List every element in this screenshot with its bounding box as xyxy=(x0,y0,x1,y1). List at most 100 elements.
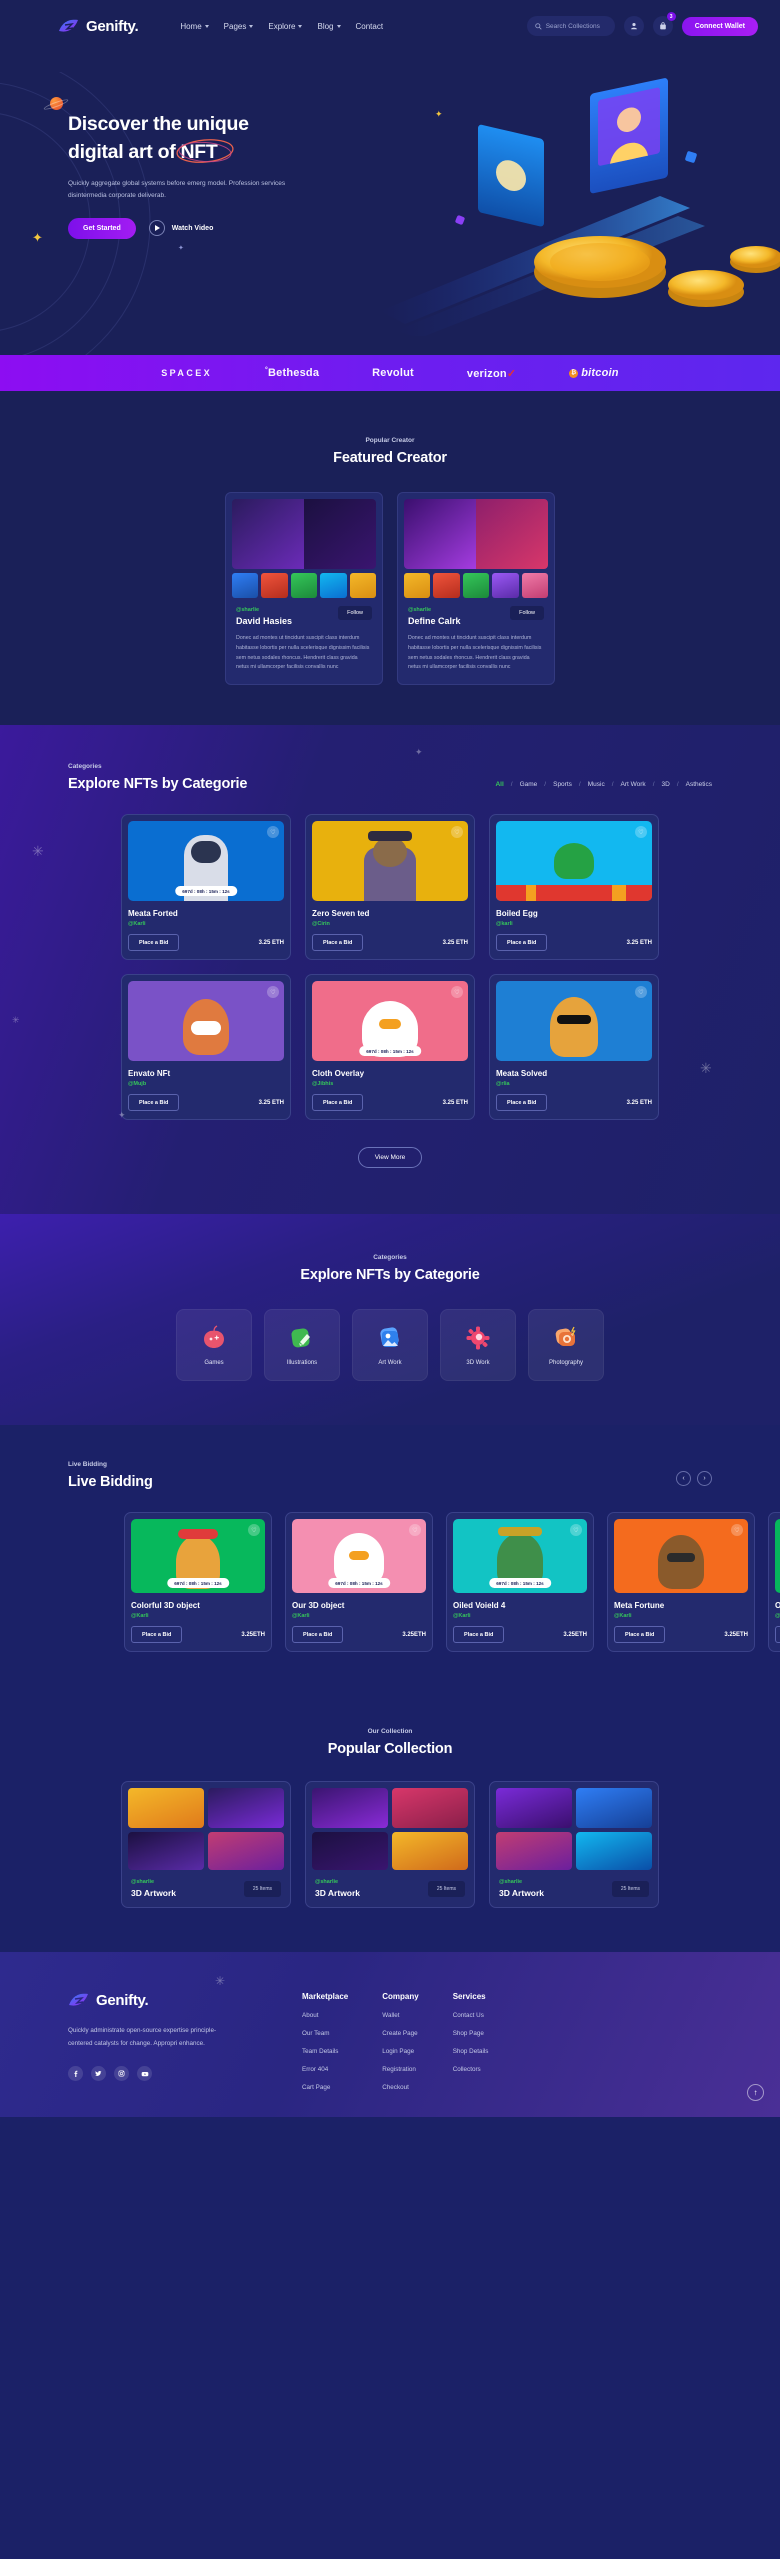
facebook-icon[interactable] xyxy=(68,2066,83,2082)
follow-button[interactable]: Follow xyxy=(338,606,372,620)
collection-card[interactable]: @sharlie 3D Artwork 25 Items xyxy=(121,1781,291,1909)
footer-link-team-details[interactable]: Team Details xyxy=(302,2048,348,2055)
scroll-to-top-button[interactable]: ↑ xyxy=(747,2084,764,2102)
search-input[interactable]: Search Collections xyxy=(526,16,615,36)
category-card-illustrations[interactable]: Illustrations xyxy=(264,1309,340,1382)
filter-game[interactable]: Game xyxy=(520,781,538,788)
category-card-3dwork[interactable]: 3D Work xyxy=(440,1309,516,1382)
filter-separator: / xyxy=(611,781,614,789)
footer-logo[interactable]: Genifty. xyxy=(68,1992,268,2009)
filter-sports[interactable]: Sports xyxy=(553,781,572,788)
follow-button[interactable]: Follow xyxy=(510,606,544,620)
footer-link-create-page[interactable]: Create Page xyxy=(382,2030,418,2037)
carousel-next-button[interactable]: › xyxy=(697,1471,712,1487)
category-card-games[interactable]: Games xyxy=(176,1309,252,1382)
place-bid-button[interactable]: Place a Bid xyxy=(496,934,548,952)
nav-item-pages[interactable]: Pages xyxy=(224,22,254,31)
favorite-icon[interactable]: ♡ xyxy=(267,826,279,839)
favorite-icon[interactable]: ♡ xyxy=(267,986,279,999)
creator-card[interactable]: @sharlie David Hasies Follow Donec ad mo… xyxy=(225,492,383,686)
category-card-artwork[interactable]: Art Work xyxy=(352,1309,428,1382)
filter-3d[interactable]: 3D xyxy=(662,781,670,788)
footer-link-shop-page[interactable]: Shop Page xyxy=(453,2030,489,2037)
nft-handle: @Jibhis xyxy=(312,1081,334,1088)
filter-separator: / xyxy=(510,781,513,789)
filter-asthetics[interactable]: Asthetics xyxy=(686,781,712,788)
live-bidding-card[interactable]: ♡ 697d : 08h : 15m : 12s Our 3D object @… xyxy=(285,1512,433,1653)
footer-column-marketplace: Marketplace About Our Team Team Details … xyxy=(302,1992,348,2091)
favorite-icon[interactable]: ♡ xyxy=(451,986,463,999)
footer-link-collectors[interactable]: Collectors xyxy=(453,2066,489,2073)
nft-card[interactable]: ♡ 697d : 08h : 15m : 12s Cloth Overlay @… xyxy=(305,974,475,1121)
nav-item-blog[interactable]: Blog xyxy=(317,22,341,31)
favorite-icon[interactable]: ♡ xyxy=(409,1524,421,1537)
place-bid-button[interactable]: Place a Bid xyxy=(312,1094,364,1112)
view-more-button[interactable]: View More xyxy=(357,1147,423,1169)
place-bid-button[interactable]: Place a Bid xyxy=(312,934,364,952)
filter-music[interactable]: Music xyxy=(588,781,605,788)
footer-link-wallet[interactable]: Wallet xyxy=(382,2012,418,2019)
instagram-icon[interactable] xyxy=(114,2066,129,2082)
favorite-icon[interactable]: ♡ xyxy=(635,826,647,839)
place-bid-button[interactable]: Place a Bid xyxy=(128,934,180,952)
search-placeholder: Search Collections xyxy=(545,22,600,30)
cart-button[interactable]: 3 xyxy=(652,12,676,36)
live-bidding-card[interactable]: ♡ Object Oriented @Karli Place a Bid 3.2… xyxy=(768,1512,780,1653)
twitter-icon[interactable] xyxy=(91,2066,106,2082)
filter-art-work[interactable]: Art Work xyxy=(621,781,646,788)
nft-card[interactable]: ♡ Envato NFt @Mujb Place a Bid 3.25 ETH xyxy=(121,974,291,1121)
category-card-photography[interactable]: Photography xyxy=(528,1309,604,1382)
nft-handle: @Karli xyxy=(128,921,146,928)
place-bid-button[interactable]: Place a Bid xyxy=(453,1626,505,1644)
live-bidding-card[interactable]: ♡ 697d : 08h : 15m : 12s Colorful 3D obj… xyxy=(124,1512,272,1653)
creator-card[interactable]: @sharlie Define Calrk Follow Donec ad mo… xyxy=(397,492,555,686)
collection-title: Popular Collection xyxy=(327,1741,453,1758)
favorite-icon[interactable]: ♡ xyxy=(635,986,647,999)
chevron-down-icon xyxy=(204,24,209,28)
nav-item-contact[interactable]: Contact xyxy=(356,22,384,31)
live-bidding-card[interactable]: ♡ Meta Fortune @Karli Place a Bid 3.25ET… xyxy=(607,1512,755,1653)
footer-link-our-team[interactable]: Our Team xyxy=(302,2030,348,2037)
favorite-icon[interactable]: ♡ xyxy=(451,826,463,839)
favorite-icon[interactable]: ♡ xyxy=(731,1524,743,1537)
collection-card[interactable]: @sharlie 3D Artwork 25 Items xyxy=(305,1781,475,1909)
collection-card[interactable]: @sharlie 3D Artwork 25 Items xyxy=(489,1781,659,1909)
place-bid-button[interactable]: Place a Bid xyxy=(614,1626,666,1644)
place-bid-button[interactable]: Place a Bid xyxy=(292,1626,344,1644)
footer-link-cart-page[interactable]: Cart Page xyxy=(302,2084,348,2091)
brand-logo[interactable]: Genifty. xyxy=(58,18,139,35)
footer-link-shop-details[interactable]: Shop Details xyxy=(453,2048,489,2055)
nft-artwork: ♡ xyxy=(128,981,284,1062)
footer-link-checkout[interactable]: Checkout xyxy=(382,2084,418,2091)
connect-wallet-button[interactable]: Connect Wallet xyxy=(681,16,758,36)
youtube-icon[interactable] xyxy=(137,2066,152,2082)
watch-video-button[interactable]: Watch Video xyxy=(148,220,213,237)
favorite-icon[interactable]: ♡ xyxy=(570,1524,582,1537)
nft-card[interactable]: ♡ Zero Seven ted @Cirin Place a Bid 3.25… xyxy=(305,814,475,961)
get-started-button[interactable]: Get Started xyxy=(68,217,136,239)
hero-title-line1: Discover the unique xyxy=(68,113,249,135)
nav-item-explore[interactable]: Explore xyxy=(268,22,303,31)
nft-name: Oiled Voield 4 xyxy=(453,1601,506,1611)
nav-item-home[interactable]: Home xyxy=(180,22,209,31)
footer-link-error-404[interactable]: Error 404 xyxy=(302,2066,348,2073)
nft-card[interactable]: ♡ Boiled Egg @karli Place a Bid 3.25 ETH xyxy=(489,814,659,961)
place-bid-button[interactable]: Place a Bid xyxy=(775,1626,780,1644)
footer-link-contact-us[interactable]: Contact Us xyxy=(453,2012,489,2019)
filter-all[interactable]: All xyxy=(495,781,503,788)
hero-title: Discover the unique digital art of NFT xyxy=(68,110,330,167)
social-links xyxy=(68,2066,268,2082)
carousel-prev-button[interactable]: ‹ xyxy=(676,1471,691,1487)
footer-link-about[interactable]: About xyxy=(302,2012,348,2019)
live-bidding-card[interactable]: ♡ 697d : 08h : 15m : 12s Oiled Voield 4 … xyxy=(446,1512,594,1653)
favorite-icon[interactable]: ♡ xyxy=(248,1524,260,1537)
place-bid-button[interactable]: Place a Bid xyxy=(128,1094,180,1112)
account-button[interactable] xyxy=(623,16,644,36)
footer-link-registration[interactable]: Registration xyxy=(382,2066,418,2073)
footer-link-login-page[interactable]: Login Page xyxy=(382,2048,418,2055)
place-bid-button[interactable]: Place a Bid xyxy=(131,1626,183,1644)
nft-card[interactable]: ♡ 697d : 08h : 15m : 12s Meata Forted @K… xyxy=(121,814,291,961)
nft-card[interactable]: ♡ Meata Solved @rlia Place a Bid 3.25 ET… xyxy=(489,974,659,1121)
place-bid-button[interactable]: Place a Bid xyxy=(496,1094,548,1112)
nft-footer: Place a Bid 3.25 ETH xyxy=(128,1094,284,1113)
